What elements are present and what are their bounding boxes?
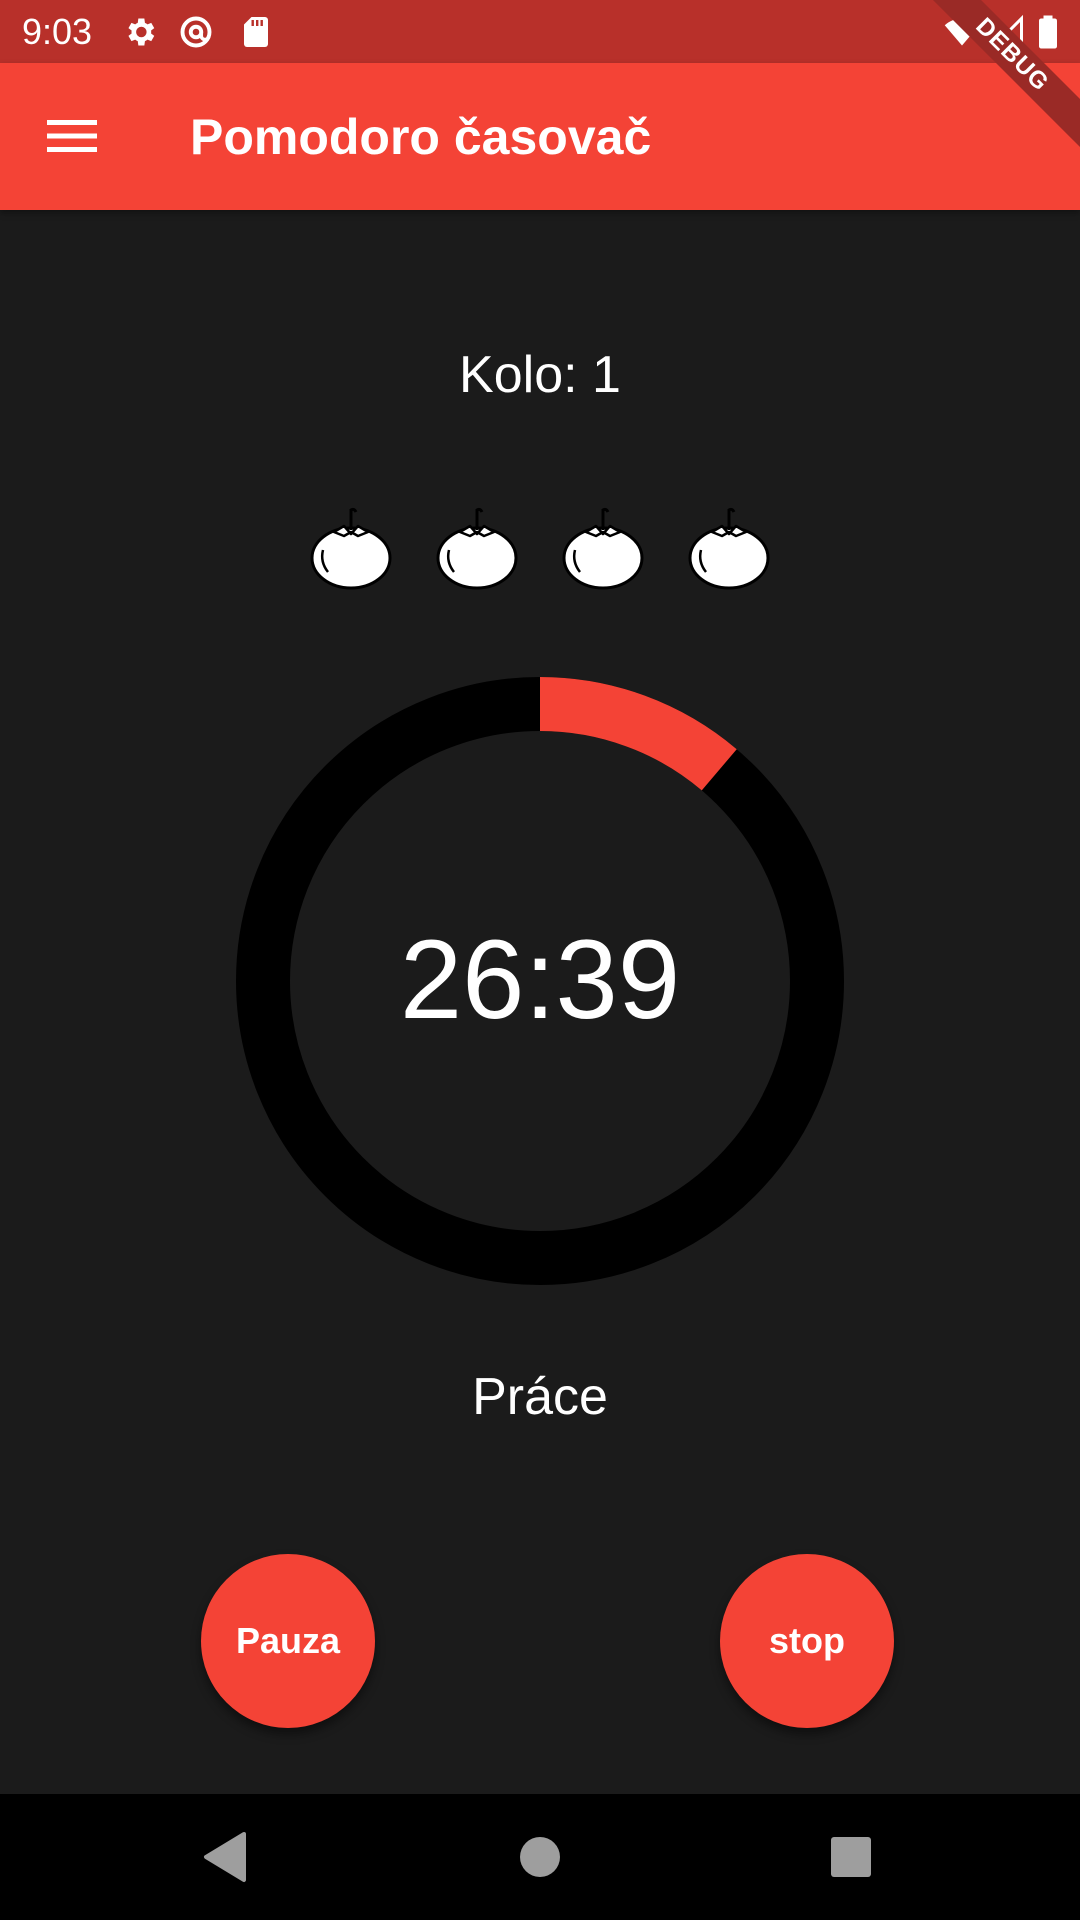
at-sign-icon [180,16,212,48]
gear-icon [128,18,155,46]
status-bar: 9:03 [0,0,1080,63]
back-icon[interactable] [192,1824,258,1890]
navigation-bar [0,1794,1080,1920]
menu-icon [47,120,97,152]
app-root: 9:03 Pomodoro časovač DEBUG Kolo: 1 26:3… [0,0,1080,1920]
home-icon[interactable] [507,1824,573,1890]
pause-button[interactable]: Pauza [201,1554,375,1728]
app-title: Pomodoro časovač [190,109,652,165]
stop-button[interactable]: stop [720,1554,894,1728]
sd-card-icon [244,17,268,47]
tomato-icon [688,507,770,590]
tomato-icon [436,507,518,590]
timer-display: 26:39 [399,917,681,1042]
app-bar: Pomodoro časovač [0,63,1080,210]
signal-icon [990,14,1023,47]
wifi-icon [944,18,980,46]
status-time: 9:03 [22,11,93,52]
tomato-row [0,502,1080,592]
tomato-icon [310,507,392,590]
battery-icon [1039,15,1057,49]
menu-button[interactable] [24,93,120,179]
tomato-icon [562,507,644,590]
recents-icon[interactable] [818,1824,884,1890]
phase-label: Práce [472,1368,608,1426]
round-label: Kolo: 1 [459,346,621,404]
